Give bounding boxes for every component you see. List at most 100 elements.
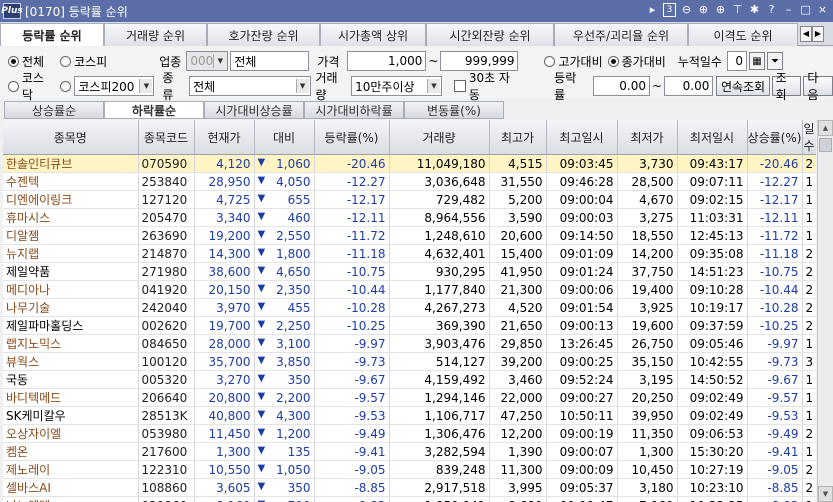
cell-rate: -12.17 [314, 190, 390, 209]
days-input[interactable]: 0 [726, 51, 747, 71]
target-icon[interactable]: ⊕ [714, 3, 727, 17]
price-max-input[interactable]: 999,999 [440, 51, 519, 71]
table-row[interactable]: 제일파마홀딩스 002620 19,700 ▼ 2,250 -10.25 369,390 21… [3, 316, 816, 335]
col-name[interactable]: 종목명 [3, 120, 139, 155]
table-row[interactable]: 오상자이엘 053980 11,450 ▼ 1,200 -9.49 1,306,476 12,… [3, 424, 816, 443]
cell-volume: 1,177,840 [389, 280, 490, 299]
cell-name: 뷰웍스 [3, 352, 139, 371]
table-row[interactable]: 국동 005320 3,270 ▼ 350 -9.67 4,159,492 3,460 09:5… [3, 370, 816, 389]
pin-icon[interactable]: ⊤ [731, 3, 744, 17]
table-row[interactable]: 셀바스AI 108860 3,605 ▼ 350 -8.85 2,917,518 3,995 0… [3, 478, 816, 497]
close-icon[interactable]: × [816, 3, 829, 17]
table-row[interactable]: 뉴지랩 214870 14,300 ▼ 1,800 -11.18 4,632,401 15,4… [3, 244, 816, 263]
calendar-icon[interactable]: ▦ [748, 52, 765, 70]
scroll-thumb[interactable] [819, 138, 832, 152]
tab-order-balance-rank[interactable]: 호가잔량 순위 [207, 23, 320, 46]
table-row[interactable]: 나무기술 242040 3,970 ▼ 455 -10.28 4,267,273 4,520 0… [3, 298, 816, 317]
rate-min-input[interactable]: 0.00 [592, 76, 650, 96]
tab-rate-rank[interactable]: 등락률 순위 [0, 23, 104, 46]
zoom-in-icon[interactable]: ⊕ [697, 3, 710, 17]
change-value: 350 [287, 480, 311, 495]
table-row[interactable]: 한솔인티큐브 070590 4,120 ▼ 1,060 -20.46 11,049,180 4… [3, 154, 816, 173]
radio-vs-high[interactable]: 고가대비 [544, 53, 603, 70]
help-icon[interactable]: ? [765, 3, 778, 17]
table-row[interactable]: 켐온 217600 1,300 ▼ 135 -9.41 3,282,594 1,390 09:0… [3, 442, 816, 461]
subtab-volatility[interactable]: 변동률(%) [404, 101, 504, 119]
settings-icon[interactable]: ✱ [748, 3, 761, 17]
table-row[interactable]: 메디아나 041920 20,150 ▼ 2,350 -10.44 1,177,840 21,… [3, 280, 816, 299]
table-row[interactable]: 제노레이 122310 10,550 ▼ 1,050 -9.05 839,248 11,300… [3, 460, 816, 479]
col-price[interactable]: 현재가 [194, 120, 255, 155]
radio-market-kospi[interactable]: 코스피 [60, 53, 107, 70]
scroll-down-icon[interactable]: ▼ [818, 486, 833, 502]
col-volume[interactable]: 거래량 [389, 120, 490, 155]
price-min-input[interactable]: 1,000 [347, 51, 427, 71]
down-arrow-icon: ▼ [257, 156, 266, 168]
volume-select[interactable]: 10만주이상 [351, 76, 442, 96]
table-row[interactable]: 수젠텍 253840 28,950 ▼ 4,050 -12.27 3,036,648 31,5… [3, 172, 816, 191]
table-row[interactable]: 뷰웍스 100120 35,700 ▼ 3,850 -9.73 514,127 39,200 0… [3, 352, 816, 371]
col-rate[interactable]: 등락률(%) [314, 120, 390, 155]
radio-vs-close[interactable]: 종가대비 [607, 53, 666, 70]
table-row[interactable]: 랩지노믹스 084650 28,000 ▼ 3,100 -9.97 3,903,476 29,… [3, 334, 816, 353]
table-row[interactable]: 휴마시스 205470 3,340 ▼ 460 -12.11 8,964,556 3,590 0… [3, 208, 816, 227]
col-days[interactable]: 일수 [802, 120, 816, 155]
table-row[interactable]: SK케미칼우 28513K 40,800 ▼ 4,300 -9.53 1,106,717 47… [3, 406, 816, 425]
subtab-rise-rate[interactable]: 상승률순 [4, 101, 104, 119]
subtab-open-rise[interactable]: 시가대비상승률 [204, 101, 304, 119]
sector-name-field[interactable]: 전체 [230, 51, 310, 71]
sector-code-select[interactable]: 0000 [186, 51, 229, 71]
cell-volume: 8,964,556 [389, 208, 490, 227]
cell-price: 1,300 [194, 442, 255, 461]
scroll-up-icon[interactable]: ▲ [818, 120, 833, 136]
table-row[interactable]: 나노엔텍0398608,160▼790-8.831,959,9418,68009… [3, 496, 816, 502]
tab-after-hours-rank[interactable]: 시간외잔량 순위 [426, 23, 554, 46]
cell-rise-rate: -20.46 [747, 154, 803, 173]
tab-scroll-left-icon[interactable]: ◀ [800, 25, 812, 42]
col-change[interactable]: 대비 [254, 120, 315, 155]
radio-market-kosdaq[interactable]: 코스닥 [8, 69, 54, 103]
vertical-scrollbar[interactable]: ▲ ▼ [817, 120, 833, 502]
link-arrow-icon[interactable]: ▸ [646, 3, 659, 17]
col-high[interactable]: 최고가 [489, 120, 547, 155]
filter-icon[interactable]: ⏷ [766, 52, 783, 70]
table-row[interactable]: 바디텍메드 206640 20,800 ▼ 2,200 -9.57 1,294,146 22,… [3, 388, 816, 407]
col-code[interactable]: 종목코드 [138, 120, 195, 155]
auto-refresh-checkbox[interactable]: 30초 자동 [453, 69, 520, 103]
radio-market-all[interactable]: 전체 [8, 53, 44, 70]
minimize-icon[interactable]: – [782, 3, 795, 17]
maximize-icon[interactable]: □ [799, 3, 812, 17]
cell-volume: 1,294,146 [389, 388, 490, 407]
type-select[interactable]: 전체 [189, 76, 311, 96]
col-low[interactable]: 최저가 [617, 120, 678, 155]
query-button[interactable]: 조회 [771, 71, 802, 102]
cell-name: 제일약품 [3, 262, 139, 281]
tab-scroll-right-icon[interactable]: ▶ [812, 25, 824, 42]
tab-volume-rank[interactable]: 거래량 순위 [104, 23, 207, 46]
cell-name: 오상자이엘 [3, 424, 139, 443]
tab-disparity-rank[interactable]: 이격도 순위 [688, 23, 798, 46]
cell-rise-rate: -12.27 [747, 172, 803, 191]
cell-low-time: 09:07:11 [677, 172, 748, 191]
col-high-time[interactable]: 최고일시 [546, 120, 618, 155]
link-number-button[interactable]: 3 [663, 3, 676, 17]
subtab-open-fall[interactable]: 시가대비하락률 [304, 101, 404, 119]
table-row[interactable]: 제일약품 271980 38,600 ▼ 4,650 -10.75 930,295 41,95… [3, 262, 816, 281]
tab-market-cap-rank[interactable]: 시가총액 상위 [320, 23, 426, 46]
cell-low: 14,200 [617, 244, 678, 263]
table-row[interactable]: 디엔에이링크 127120 4,725 ▼ 655 -12.17 729,482 5,200 0… [3, 190, 816, 209]
tab-preferred-rank[interactable]: 우선주/괴리율 순위 [554, 23, 688, 46]
continuous-query-button[interactable]: 연속조회 [716, 76, 770, 96]
zoom-out-icon[interactable]: ⊖ [680, 3, 693, 17]
cell-rate: -11.72 [314, 226, 390, 245]
change-value: 1,050 [276, 462, 311, 477]
table-row[interactable]: 디알젬 263690 19,200 ▼ 2,550 -11.72 1,248,610 20,6… [3, 226, 816, 245]
subtab-fall-rate[interactable]: 하락률순 [104, 101, 204, 119]
days-label: 누적일수 [677, 54, 722, 69]
radio-market-kospi200[interactable]: 코스피200 [60, 76, 155, 96]
col-low-time[interactable]: 최저일시 [677, 120, 748, 155]
next-button[interactable]: 다음 [803, 71, 833, 102]
table-body: 한솔인티큐브 070590 4,120 ▼ 1,060 -20.46 11,049,180 4… [3, 154, 816, 502]
rate-max-input[interactable]: 0.00 [664, 76, 714, 96]
col-rise-rate[interactable]: 상승률(%) [747, 120, 803, 155]
